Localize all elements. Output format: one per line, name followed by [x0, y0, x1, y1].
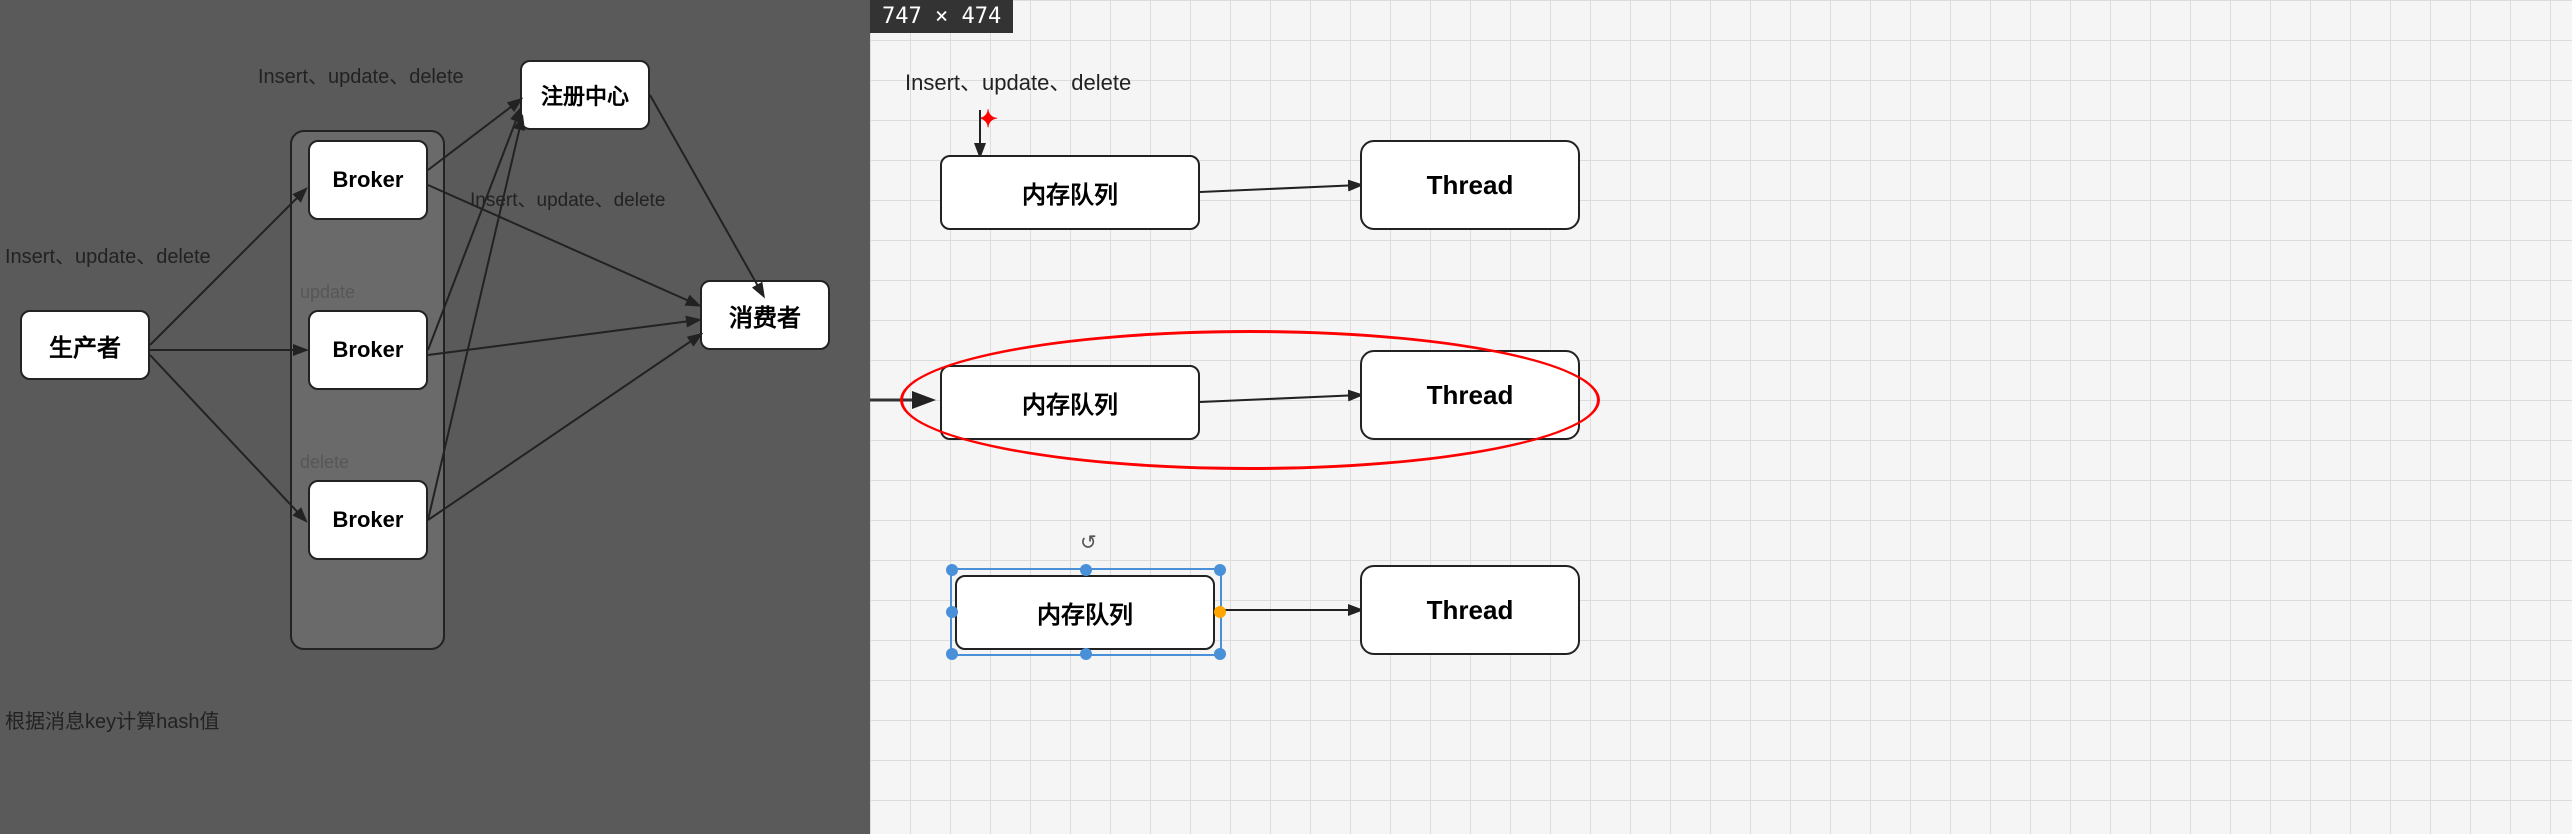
queue-1-label: 内存队列 — [1022, 175, 1118, 210]
thread-2-label: Thread — [1427, 380, 1514, 411]
handle-mr[interactable] — [1214, 606, 1226, 618]
registry-label: 注册中心 — [541, 79, 629, 111]
handle-tl[interactable] — [946, 564, 958, 576]
consumer-label: 消费者 — [729, 298, 801, 333]
broker2-label: Broker — [333, 337, 404, 363]
thread-3-label: Thread — [1427, 595, 1514, 626]
broker1-label: Broker — [333, 167, 404, 193]
label-insert-mid: Insert、update、delete — [470, 185, 665, 212]
thread-box-1: Thread — [1360, 140, 1580, 230]
queue-box-1: 内存队列 — [940, 155, 1200, 230]
consumer-box: 消费者 — [700, 280, 830, 350]
handle-bl[interactable] — [946, 648, 958, 660]
thread-box-2: Thread — [1360, 350, 1580, 440]
right-panel: Insert、update、delete ✦ 内存队列 内存队列 内存队列 Th… — [870, 0, 2572, 834]
broker-box-1: Broker — [308, 140, 428, 220]
queue-box-3[interactable]: 内存队列 — [955, 575, 1215, 650]
queue-2-label: 内存队列 — [1022, 385, 1118, 420]
label-insert-left: Insert、update、delete — [5, 240, 211, 269]
queue-3-label: 内存队列 — [1037, 595, 1133, 630]
registry-box: 注册中心 — [520, 60, 650, 130]
thread-box-3: Thread — [1360, 565, 1580, 655]
right-label-insert: Insert、update、delete — [905, 65, 1131, 97]
rotate-handle[interactable]: ↺ — [1080, 530, 1097, 555]
broker-box-3: Broker — [308, 480, 428, 560]
label-hash: 根据消息key计算hash值 — [5, 705, 220, 734]
producer-label: 生产者 — [49, 328, 121, 363]
handle-br[interactable] — [1214, 648, 1226, 660]
queue-box-2: 内存队列 — [940, 365, 1200, 440]
red-marker: ✦ — [978, 105, 998, 134]
broker3-label: Broker — [333, 507, 404, 533]
handle-tr[interactable] — [1214, 564, 1226, 576]
broker-box-2: Broker — [308, 310, 428, 390]
thread-1-label: Thread — [1427, 170, 1514, 201]
dimension-badge: 747 × 474 — [870, 0, 1013, 33]
left-panel: Insert、update、delete Insert、update、delet… — [0, 0, 870, 834]
producer-box: 生产者 — [20, 310, 150, 380]
label-insert-top: Insert、update、delete — [258, 60, 464, 89]
